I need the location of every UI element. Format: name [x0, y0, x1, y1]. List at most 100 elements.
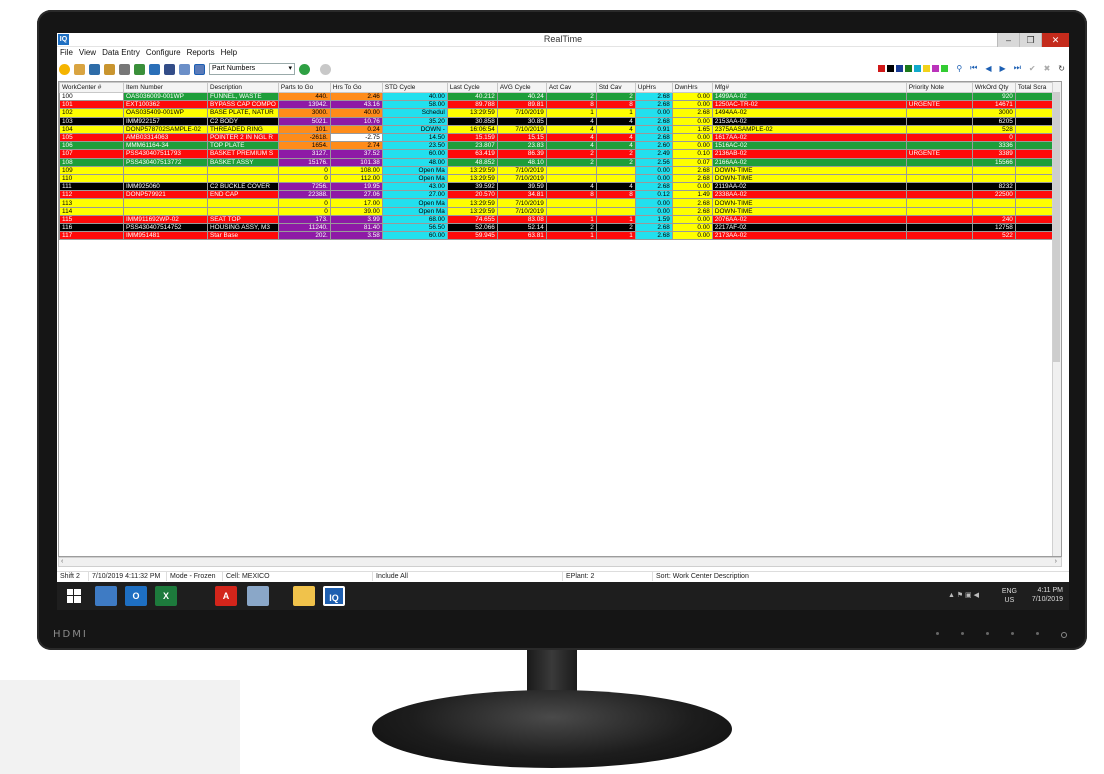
table-cell-wc[interactable]: 102 [59, 108, 124, 118]
column-header[interactable]: Mfg# [711, 82, 907, 93]
monitor-button[interactable] [936, 632, 939, 635]
table-cell-item[interactable]: PSS430407511793 [123, 149, 208, 159]
table-cell-hrs[interactable]: 39.00 [329, 206, 383, 216]
table-cell-hrs[interactable]: 3.99 [329, 214, 383, 225]
trash-icon[interactable] [89, 63, 100, 75]
table-cell-avg[interactable]: 7/10/2019 [496, 198, 547, 208]
table-cell-item[interactable]: DONP579921 [123, 190, 208, 200]
table-cell-dwn[interactable]: 2.68 [671, 108, 713, 118]
table-cell-act[interactable]: 2 [545, 91, 597, 102]
table-row[interactable]: 100 OAS036009-001WP FUNNEL, WASTE 440. 2.46 4… [59, 91, 1059, 102]
view-selector[interactable]: Part Numbers ▾ [209, 63, 295, 75]
table-cell-wc[interactable]: 107 [59, 149, 124, 159]
table-cell-up[interactable]: 2.56 [634, 157, 673, 167]
table-row[interactable]: 112 DONP579921 END CAP 22388. 27.06 27.00 20.5… [59, 190, 1059, 200]
table-cell-stdcav[interactable]: 1 [595, 214, 636, 225]
table-cell-qty[interactable]: 15566 [971, 157, 1016, 167]
table-cell-item[interactable]: MMM61164-34 [123, 141, 208, 151]
table-cell-up[interactable]: 2.68 [634, 91, 673, 102]
table-cell-wc[interactable]: 115 [59, 214, 124, 225]
table-cell-up[interactable]: 2.49 [634, 149, 673, 159]
table-cell-prio[interactable] [905, 206, 973, 216]
table-cell-std[interactable]: 48.00 [381, 157, 448, 167]
print-icon[interactable] [119, 63, 130, 75]
table-cell-hrs[interactable]: 2.46 [329, 91, 383, 102]
table-row[interactable]: 104 DONP578702SAMPLE-02 THREADED RING 101. 0… [59, 124, 1059, 134]
minimize-button[interactable]: ‒ [997, 33, 1019, 47]
table-cell-item[interactable]: IMM951481 [123, 231, 208, 241]
table-cell-mfg[interactable]: 2136AB-02 [711, 149, 907, 159]
menu-help[interactable]: Help [221, 48, 237, 60]
table-cell-last[interactable]: 59.945 [446, 231, 498, 241]
add-icon[interactable] [299, 63, 310, 75]
color-swatch[interactable] [878, 64, 886, 72]
table-cell-stdcav[interactable]: 2 [595, 157, 636, 167]
table-cell-avg[interactable]: 15.15 [496, 132, 547, 143]
table-row[interactable]: 114 0 39.00 Open Ma 13:29:59 7/10/2019 0.00 2.6… [59, 206, 1059, 216]
table-cell-up[interactable]: 2.68 [634, 100, 673, 110]
table-cell-prio[interactable]: URGENTE [905, 100, 973, 110]
table-cell-std[interactable]: Open Ma [381, 206, 448, 216]
table-cell-parts[interactable]: 0 [277, 198, 331, 208]
table-row[interactable]: 111 IMM925060 C2 BUCKLE COVER 7256. 19.95 43.… [59, 182, 1059, 192]
table-cell-desc[interactable]: FUNNEL, WASTE [207, 91, 279, 102]
scroll-right-icon[interactable]: › [1055, 558, 1057, 565]
table-cell-avg[interactable]: 48.10 [496, 157, 547, 167]
table-cell-mfg[interactable]: DOWN-TIME [711, 173, 907, 184]
table-cell-avg[interactable]: 7/10/2019 [496, 108, 547, 118]
table-cell-qty[interactable]: 3336 [971, 141, 1016, 151]
table-cell-mfg[interactable]: 2217AF-02 [711, 222, 907, 233]
table-cell-wc[interactable]: 105 [59, 132, 124, 143]
table-icon[interactable] [194, 63, 205, 75]
column-header[interactable]: STD Cycle [381, 82, 448, 93]
table-cell-hrs[interactable]: 108.00 [329, 165, 383, 175]
table-cell-prio[interactable] [905, 190, 973, 200]
table-cell-std[interactable]: Open Ma [381, 173, 448, 184]
table-cell-last[interactable]: 13:29:59 [446, 108, 498, 118]
table-cell-wc[interactable]: 108 [59, 157, 124, 167]
table-cell-act[interactable]: 8 [545, 100, 597, 110]
table-cell-parts[interactable]: 173. [277, 214, 331, 225]
binoculars-icon[interactable]: ⚲ [956, 64, 962, 73]
table-cell-prio[interactable] [905, 182, 973, 192]
report-icon[interactable] [134, 63, 145, 75]
color-swatch[interactable] [941, 64, 949, 72]
table-cell-avg[interactable]: 7/10/2019 [496, 206, 547, 216]
table-cell-wc[interactable]: 117 [59, 231, 124, 241]
table-cell-stdcav[interactable] [595, 206, 636, 216]
table-cell-item[interactable]: PSS430407513772 [123, 157, 208, 167]
table-cell-dwn[interactable]: 0.00 [671, 182, 713, 192]
table-cell-up[interactable]: 0.00 [634, 198, 673, 208]
column-header[interactable]: UpHrs [634, 82, 673, 93]
table-cell-prio[interactable] [905, 124, 973, 134]
table-cell-prio[interactable] [905, 116, 973, 126]
table-cell-dwn[interactable]: 0.00 [671, 231, 713, 241]
table-cell-parts[interactable]: 440. [277, 91, 331, 102]
table-cell-wc[interactable]: 103 [59, 116, 124, 126]
table-cell-up[interactable]: 0.00 [634, 173, 673, 184]
restore-button[interactable]: ❐ [1019, 33, 1041, 47]
scroll-left-icon[interactable]: ‹ [61, 558, 63, 565]
table-cell-qty[interactable]: 14671 [971, 100, 1016, 110]
menu-configure[interactable]: Configure [146, 48, 181, 60]
column-header[interactable]: Act Cav [545, 82, 597, 93]
monitor-button[interactable] [1036, 632, 1039, 635]
table-cell-std[interactable]: Open Ma [381, 165, 448, 175]
table-cell-stdcav[interactable]: 4 [595, 124, 636, 134]
table-cell-item[interactable]: IMM911692WP-02 [123, 214, 208, 225]
table-cell-dwn[interactable]: 2.68 [671, 173, 713, 184]
table-cell-mfg[interactable]: 2375AASAMPLE-02 [711, 124, 907, 134]
table-cell-qty[interactable]: 6205 [971, 116, 1016, 126]
outlook-icon[interactable]: O [125, 586, 147, 606]
table-cell-dwn[interactable]: 0.00 [671, 214, 713, 225]
horizontal-scrollbar[interactable]: ‹ › [58, 557, 1062, 567]
table-cell-dwn[interactable]: 0.07 [671, 157, 713, 167]
table-cell-avg[interactable]: 23.83 [496, 141, 547, 151]
tray-language[interactable]: ENG US [1002, 587, 1017, 605]
table-cell-avg[interactable]: 89.81 [496, 100, 547, 110]
table-cell-desc[interactable]: BASKET PREMIUM S [207, 149, 279, 159]
table-cell-hrs[interactable]: 0.24 [329, 124, 383, 134]
table-cell-dwn[interactable]: 1.65 [671, 124, 713, 134]
table-cell-last[interactable]: 40.212 [446, 91, 498, 102]
table-cell-up[interactable]: 2.60 [634, 141, 673, 151]
